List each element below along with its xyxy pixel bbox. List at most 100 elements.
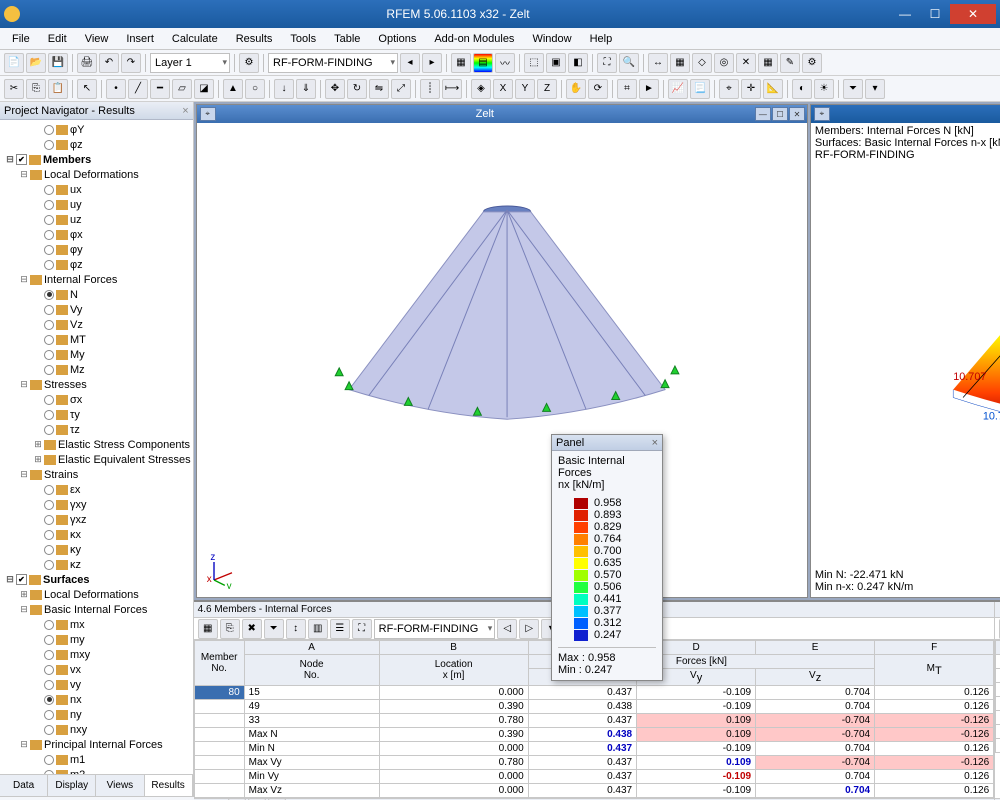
loadcase-combo[interactable]: RF-FORM-FINDING <box>268 53 398 73</box>
zoom-fit-icon[interactable]: ⛶ <box>597 53 617 73</box>
tree-item[interactable]: ⊞Elastic Stress Components <box>0 437 193 452</box>
deform-icon[interactable]: 〰 <box>495 53 515 73</box>
pan-icon[interactable]: ✋ <box>566 79 586 99</box>
menu-calculate[interactable]: Calculate <box>164 31 226 47</box>
wireframe-icon[interactable]: ⬚ <box>524 53 544 73</box>
tree-item[interactable]: mx <box>0 617 193 632</box>
tool-icon[interactable]: ⚙ <box>239 53 259 73</box>
next-icon[interactable]: ▸ <box>422 53 442 73</box>
graph-icon[interactable]: 📈 <box>668 79 688 99</box>
tree-item[interactable]: Vz <box>0 317 193 332</box>
redo-icon[interactable]: ↷ <box>121 53 141 73</box>
surface-icon[interactable]: ▱ <box>172 79 192 99</box>
orbit-icon[interactable]: ⟳ <box>588 79 608 99</box>
sidebar-tab-display[interactable]: Display <box>48 775 96 796</box>
maximize-button[interactable]: ☐ <box>920 4 950 24</box>
tree-item[interactable]: uy <box>0 197 193 212</box>
tree-item[interactable]: ⊞Local Deformations <box>0 587 193 602</box>
menu-help[interactable]: Help <box>582 31 621 47</box>
solid2-icon[interactable]: ◪ <box>194 79 214 99</box>
view-left-min-button[interactable]: — <box>755 107 771 121</box>
menu-add-on-modules[interactable]: Add-on Modules <box>426 31 522 47</box>
table-row[interactable]: Max Vy0.7800.4370.109-0.704-0.126 <box>194 756 994 770</box>
save-icon[interactable]: 💾 <box>48 53 68 73</box>
cursor-cross-icon[interactable]: ✛ <box>741 79 761 99</box>
tree-item[interactable]: γxy <box>0 497 193 512</box>
distance-icon[interactable]: ↔ <box>648 53 668 73</box>
report-icon[interactable]: 📃 <box>690 79 710 99</box>
filter-icon[interactable]: ⏷ <box>843 79 863 99</box>
tree-item[interactable]: κz <box>0 557 193 572</box>
new-icon[interactable]: 📄 <box>4 53 24 73</box>
table-col-icon[interactable]: ▥ <box>308 619 328 639</box>
table-row[interactable]: 80150.0000.437-0.1090.7040.126 <box>194 686 994 700</box>
tree-item[interactable]: τz <box>0 422 193 437</box>
tree-item[interactable]: m1 <box>0 752 193 767</box>
tree-item[interactable]: ⊟Principal Internal Forces <box>0 737 193 752</box>
sidebar-tab-data[interactable]: Data <box>0 775 48 796</box>
table-view-icon[interactable]: ☰ <box>330 619 350 639</box>
tree-item[interactable]: vy <box>0 677 193 692</box>
tree-item[interactable]: τy <box>0 407 193 422</box>
view-z-icon[interactable]: Z <box>537 79 557 99</box>
snap-obj-icon[interactable]: ◇ <box>692 53 712 73</box>
print-icon[interactable]: 🖨 <box>77 53 97 73</box>
table-row[interactable]: 330.7800.4370.109-0.704-0.126 <box>194 714 994 728</box>
support-icon[interactable]: ▲ <box>223 79 243 99</box>
tree-item[interactable]: ⊟Stresses <box>0 377 193 392</box>
tree-item[interactable]: σx <box>0 392 193 407</box>
menu-results[interactable]: Results <box>228 31 281 47</box>
prev-icon[interactable]: ◂ <box>400 53 420 73</box>
solid-icon[interactable]: ▣ <box>546 53 566 73</box>
table-copy-icon[interactable]: ⎘ <box>220 619 240 639</box>
minimize-button[interactable]: — <box>890 4 920 24</box>
rotate-icon[interactable]: ↻ <box>347 79 367 99</box>
move-icon[interactable]: ✥ <box>325 79 345 99</box>
menu-file[interactable]: File <box>4 31 38 47</box>
tree-item[interactable]: nxy <box>0 722 193 737</box>
tree-item[interactable]: ⊟✔Members <box>0 152 193 167</box>
menu-insert[interactable]: Insert <box>118 31 162 47</box>
table-delete-icon[interactable]: ✖ <box>242 619 262 639</box>
color-panel[interactable]: Panel× Basic Internal Forces nx [kN/m] 0… <box>551 434 663 681</box>
tree-item[interactable]: ⊟Local Deformations <box>0 167 193 182</box>
view-right-axis-icon[interactable]: ⌖ <box>814 107 830 121</box>
tree-item[interactable]: nx <box>0 692 193 707</box>
view-left-canvas[interactable]: x y z <box>197 123 807 597</box>
tree-item[interactable]: ⊟Strains <box>0 467 193 482</box>
node-icon[interactable]: • <box>106 79 126 99</box>
mesh-icon[interactable]: ⌗ <box>617 79 637 99</box>
panel-close-icon[interactable]: × <box>652 437 658 449</box>
lineload-icon[interactable]: ⇓ <box>296 79 316 99</box>
menu-options[interactable]: Options <box>370 31 424 47</box>
tree-item[interactable]: my <box>0 632 193 647</box>
copy-icon[interactable]: ⎘ <box>26 79 46 99</box>
menu-table[interactable]: Table <box>326 31 368 47</box>
sidebar-tab-results[interactable]: Results <box>145 775 193 796</box>
table-row[interactable]: 490.3900.438-0.1090.7040.126 <box>194 700 994 714</box>
table-row[interactable]: Max N0.3900.4380.109-0.704-0.126 <box>194 728 994 742</box>
tree-item[interactable]: ⊟Basic Internal Forces <box>0 602 193 617</box>
paste-icon[interactable]: 📋 <box>48 79 68 99</box>
table-row[interactable]: Min N0.0000.437-0.1090.7040.126 <box>194 742 994 756</box>
tree-item[interactable]: γxz <box>0 512 193 527</box>
tree-item[interactable]: mxy <box>0 647 193 662</box>
tree-item[interactable]: My <box>0 347 193 362</box>
tree-item[interactable]: φz <box>0 137 193 152</box>
render-icon[interactable]: ◐ <box>792 79 812 99</box>
tree-item[interactable]: ux <box>0 182 193 197</box>
table-excel-icon[interactable]: ▦ <box>198 619 218 639</box>
osnap-icon[interactable]: ◎ <box>714 53 734 73</box>
view-left-axis-icon[interactable]: ⌖ <box>200 107 216 121</box>
scale-icon[interactable]: ⤢ <box>391 79 411 99</box>
tree-item[interactable]: ⊟Internal Forces <box>0 272 193 287</box>
table-sort-icon[interactable]: ↕ <box>286 619 306 639</box>
light-icon[interactable]: ☀ <box>814 79 834 99</box>
tree-item[interactable]: φz <box>0 257 193 272</box>
cross-icon[interactable]: ✕ <box>736 53 756 73</box>
view-x-icon[interactable]: X <box>493 79 513 99</box>
select-icon[interactable]: ↖ <box>77 79 97 99</box>
tree-item[interactable]: N <box>0 287 193 302</box>
tree-item[interactable]: MT <box>0 332 193 347</box>
tree-item[interactable]: ny <box>0 707 193 722</box>
